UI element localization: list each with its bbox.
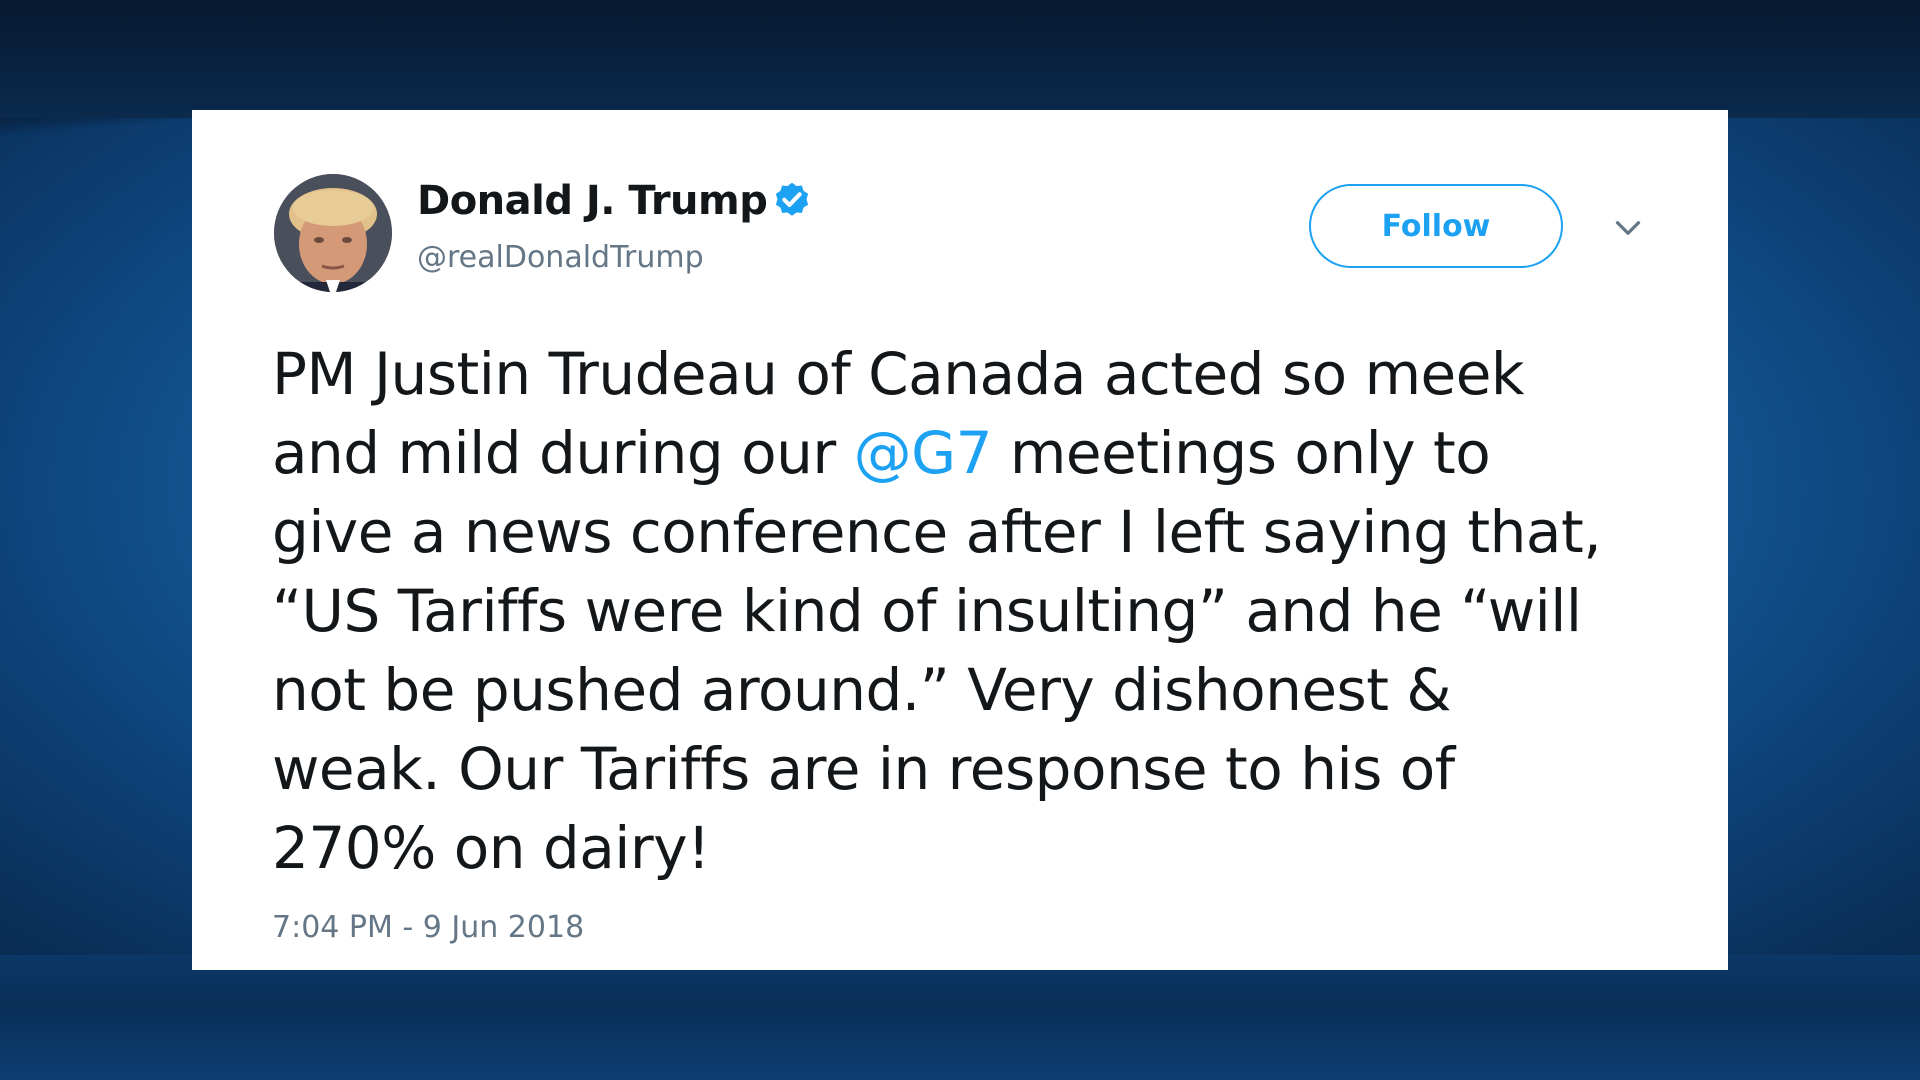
tweet-text-line: weak. Our Tariffs are in response to his… xyxy=(272,730,1672,809)
verified-badge-icon xyxy=(775,182,809,216)
avatar-image xyxy=(274,174,392,292)
tweet-text-segment: PM Justin Trudeau of Canada acted so mee… xyxy=(272,340,1525,408)
tweet-text-line: and mild during our @G7 meetings only to xyxy=(272,414,1672,493)
tweet-text-segment: give a news conference after I left sayi… xyxy=(272,498,1602,566)
background-top-band xyxy=(0,0,1920,118)
tweet-text-line: give a news conference after I left sayi… xyxy=(272,493,1672,572)
tweet-timestamp[interactable]: 7:04 PM - 9 Jun 2018 xyxy=(272,910,584,945)
chevron-down-icon[interactable] xyxy=(1610,210,1646,246)
tweet-text-segment: not be pushed around.” Very dishonest & xyxy=(272,656,1452,724)
tweet-text-line: 270% on dairy! xyxy=(272,809,1672,888)
background-bottom-band xyxy=(0,955,1920,1080)
mention-link-g7[interactable]: @G7 xyxy=(854,419,993,487)
tweet-card: Donald J. Trump @realDonaldTrump Follow … xyxy=(192,110,1728,970)
tweet-text: PM Justin Trudeau of Canada acted so mee… xyxy=(272,335,1672,888)
follow-button[interactable]: Follow xyxy=(1309,184,1563,268)
avatar[interactable] xyxy=(274,174,392,292)
tweet-text-segment: “US Tariffs were kind of insulting” and … xyxy=(272,577,1582,645)
tweet-text-segment: 270% on dairy! xyxy=(272,814,710,882)
tweet-text-line: “US Tariffs were kind of insulting” and … xyxy=(272,572,1672,651)
author-display-name[interactable]: Donald J. Trump xyxy=(417,178,768,224)
tweet-text-line: PM Justin Trudeau of Canada acted so mee… xyxy=(272,335,1672,414)
author-handle[interactable]: @realDonaldTrump xyxy=(417,240,704,275)
tweet-text-segment: weak. Our Tariffs are in response to his… xyxy=(272,735,1455,803)
tweet-text-segment: and mild during our xyxy=(272,419,854,487)
tweet-text-line: not be pushed around.” Very dishonest & xyxy=(272,651,1672,730)
tweet-text-segment: meetings only to xyxy=(991,419,1491,487)
